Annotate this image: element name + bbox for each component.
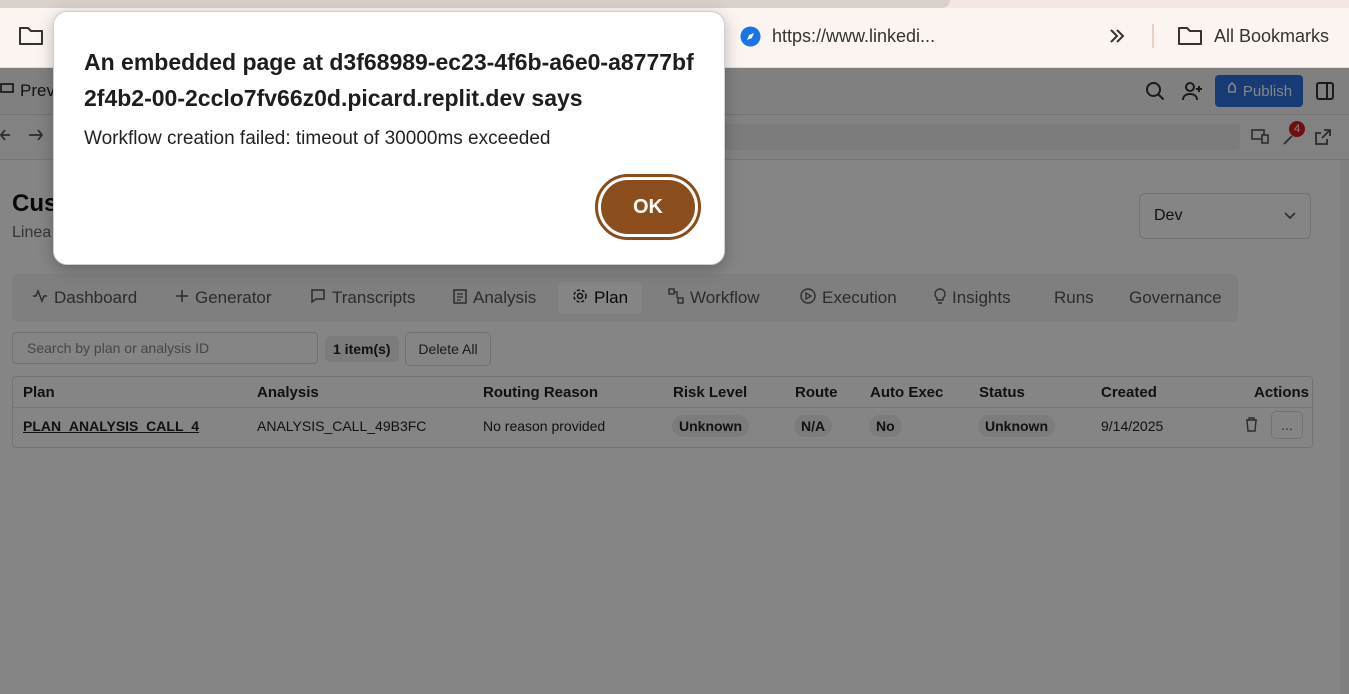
bookmark-url: https://www.linkedi... [772, 25, 936, 46]
more-bookmarks-button[interactable] [1108, 22, 1126, 50]
tab-strip [0, 0, 1349, 8]
all-bookmarks-label: All Bookmarks [1214, 25, 1330, 46]
alert-dialog: An embedded page at d3f68989-ec23-4f6b-a… [53, 11, 725, 265]
chevrons-right-icon [1108, 27, 1126, 45]
dialog-message: Workflow creation failed: timeout of 300… [84, 128, 551, 149]
bookmarks-divider [1152, 24, 1154, 48]
ok-button[interactable]: OK [601, 180, 695, 234]
active-tab-edge [0, 0, 950, 8]
dialog-title: An embedded page at d3f68989-ec23-4f6b-a… [84, 49, 694, 111]
folder-icon [1177, 25, 1203, 47]
all-bookmarks-button[interactable]: All Bookmarks [1177, 22, 1329, 50]
compass-icon [740, 26, 761, 47]
ok-button-focus-ring: OK [595, 174, 701, 240]
folder-bookmark[interactable] [18, 22, 44, 50]
linkedin-bookmark[interactable]: https://www.linkedi... [740, 22, 935, 50]
folder-icon [18, 25, 44, 47]
